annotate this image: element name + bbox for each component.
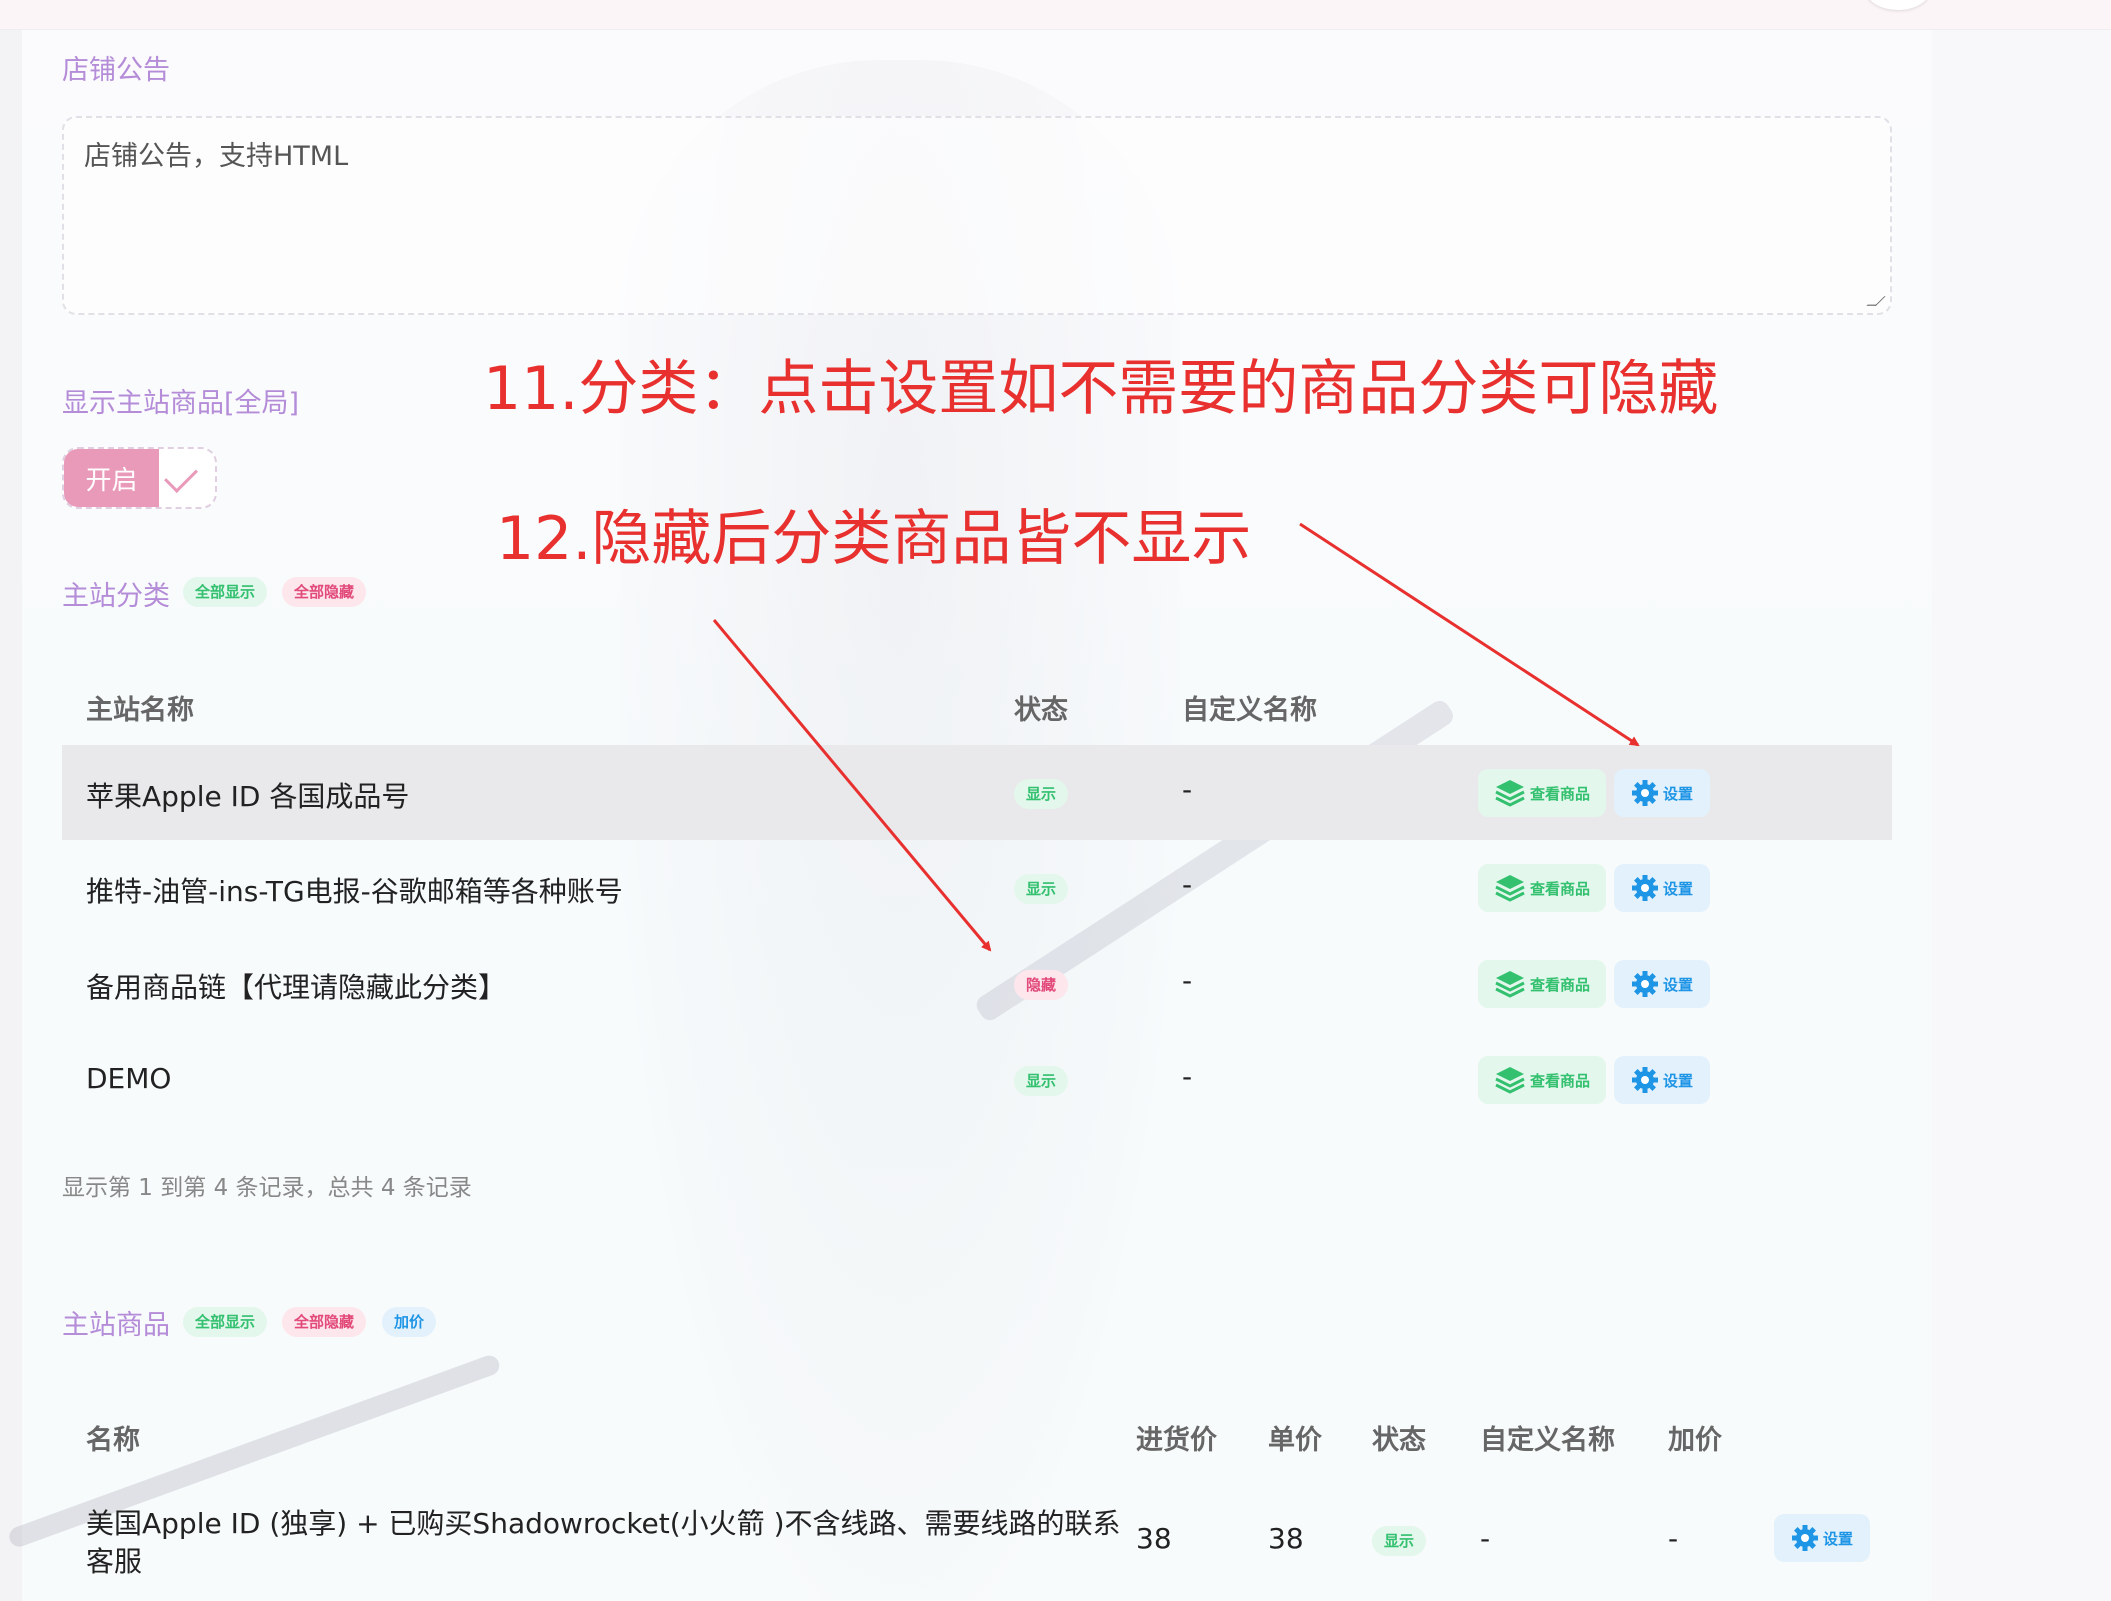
gear-icon: [1631, 875, 1658, 901]
table-row: 备用商品链【代理请隐藏此分类】 隐藏 - 查看商品 设置: [62, 936, 1892, 1031]
view-products-button[interactable]: 查看商品: [1478, 960, 1606, 1008]
settings-button[interactable]: 设置: [1614, 864, 1710, 912]
global-show-switch[interactable]: 开启: [62, 447, 217, 509]
stack-layers-icon: [1495, 875, 1525, 902]
view-products-button[interactable]: 查看商品: [1478, 769, 1606, 817]
gear-icon: [1631, 1067, 1658, 1093]
category-name: 推特-油管-ins-TG电报-谷歌邮箱等各种账号: [86, 875, 623, 908]
products-hide-all-button[interactable]: 全部隐藏: [282, 1307, 367, 1337]
product-name-line1: 美国Apple ID (独享) + 已购买Shadowrocket(小火箭 )不…: [86, 1507, 1121, 1540]
status-badge: 隐藏: [1014, 970, 1069, 1000]
annotation-note-2: 12.隐藏后分类商品皆不显示: [496, 504, 1252, 574]
category-name: 苹果Apple ID 各国成品号: [86, 780, 410, 813]
view-products-label: 查看商品: [1529, 975, 1590, 994]
table-row: DEMO 显示 - 查看商品 设置: [62, 1032, 1892, 1127]
settings-label: 设置: [1662, 784, 1693, 803]
view-products-label: 查看商品: [1529, 784, 1590, 803]
col-header-name: 名称: [86, 1425, 140, 1456]
products-title: 主站商品: [62, 1310, 170, 1341]
col-header-unit-price: 单价: [1268, 1425, 1322, 1456]
col-header-custom-name: 自定义名称: [1480, 1425, 1615, 1456]
product-cost-price: 38: [1136, 1522, 1172, 1555]
category-name: DEMO: [86, 1062, 172, 1095]
col-header-status: 状态: [1372, 1425, 1426, 1456]
stack-layers-icon: [1495, 1067, 1525, 1094]
table-row: 推特-油管-ins-TG电报-谷歌邮箱等各种账号 显示 - 查看商品 设置: [62, 840, 1892, 935]
view-products-button[interactable]: 查看商品: [1478, 864, 1606, 912]
category-name: 备用商品链【代理请隐藏此分类】: [86, 971, 507, 1004]
col-header-status: 状态: [1014, 695, 1068, 726]
view-products-button[interactable]: 查看商品: [1478, 1056, 1606, 1104]
gear-icon: [1631, 971, 1658, 997]
col-header-name: 主站名称: [86, 695, 194, 726]
products-show-all-button[interactable]: 全部显示: [183, 1307, 268, 1337]
settings-button[interactable]: 设置: [1614, 960, 1710, 1008]
custom-name: -: [1182, 1060, 1193, 1093]
categories-hide-all-button[interactable]: 全部隐藏: [282, 577, 367, 607]
product-markup: -: [1668, 1522, 1679, 1555]
products-markup-button[interactable]: 加价: [382, 1307, 437, 1337]
check-icon: [164, 459, 198, 493]
product-unit-price: 38: [1268, 1522, 1304, 1555]
notice-label: 店铺公告: [62, 55, 170, 86]
col-header-custom-name: 自定义名称: [1182, 695, 1317, 726]
gear-icon: [1791, 1525, 1818, 1551]
notice-textarea[interactable]: 店铺公告，支持HTML: [62, 116, 1892, 315]
top-bar: [0, 0, 2111, 30]
view-products-label: 查看商品: [1529, 879, 1590, 898]
settings-button[interactable]: 设置: [1614, 1056, 1710, 1104]
settings-label: 设置: [1662, 975, 1693, 994]
user-avatar[interactable]: [1866, 0, 1930, 10]
gear-icon: [1631, 780, 1658, 806]
stack-layers-icon: [1495, 780, 1525, 807]
col-header-markup: 加价: [1668, 1425, 1722, 1456]
product-name-line2: 客服: [86, 1545, 143, 1578]
status-badge: 显示: [1014, 874, 1069, 904]
status-badge: 显示: [1014, 779, 1069, 809]
settings-label: 设置: [1662, 879, 1693, 898]
view-products-label: 查看商品: [1529, 1071, 1590, 1090]
pagination-info: 显示第 1 到第 4 条记录，总共 4 条记录: [62, 1175, 472, 1201]
categories-show-all-button[interactable]: 全部显示: [183, 577, 268, 607]
custom-name: -: [1182, 773, 1193, 806]
notice-placeholder: 店铺公告，支持HTML: [84, 141, 349, 172]
table-row: 苹果Apple ID 各国成品号 显示 - 查看商品 设置: [62, 745, 1892, 840]
settings-label: 设置: [1822, 1529, 1853, 1548]
col-header-cost-price: 进货价: [1136, 1425, 1217, 1456]
switch-on-label: 开启: [64, 449, 159, 507]
settings-button[interactable]: 设置: [1774, 1514, 1870, 1562]
status-badge: 显示: [1014, 1066, 1069, 1096]
settings-button[interactable]: 设置: [1614, 769, 1710, 817]
custom-name: -: [1182, 964, 1193, 997]
resize-handle-icon[interactable]: [1866, 296, 1886, 306]
status-badge: 显示: [1372, 1526, 1427, 1556]
right-background: [1932, 30, 2111, 1601]
stack-layers-icon: [1495, 971, 1525, 998]
settings-label: 设置: [1662, 1071, 1693, 1090]
custom-name: -: [1182, 868, 1193, 901]
product-custom-name: -: [1480, 1522, 1491, 1555]
annotation-note-1: 11.分类：点击设置如不需要的商品分类可隐藏: [483, 354, 1719, 424]
categories-title: 主站分类: [62, 581, 170, 612]
global-show-label: 显示主站商品[全局]: [62, 388, 300, 419]
